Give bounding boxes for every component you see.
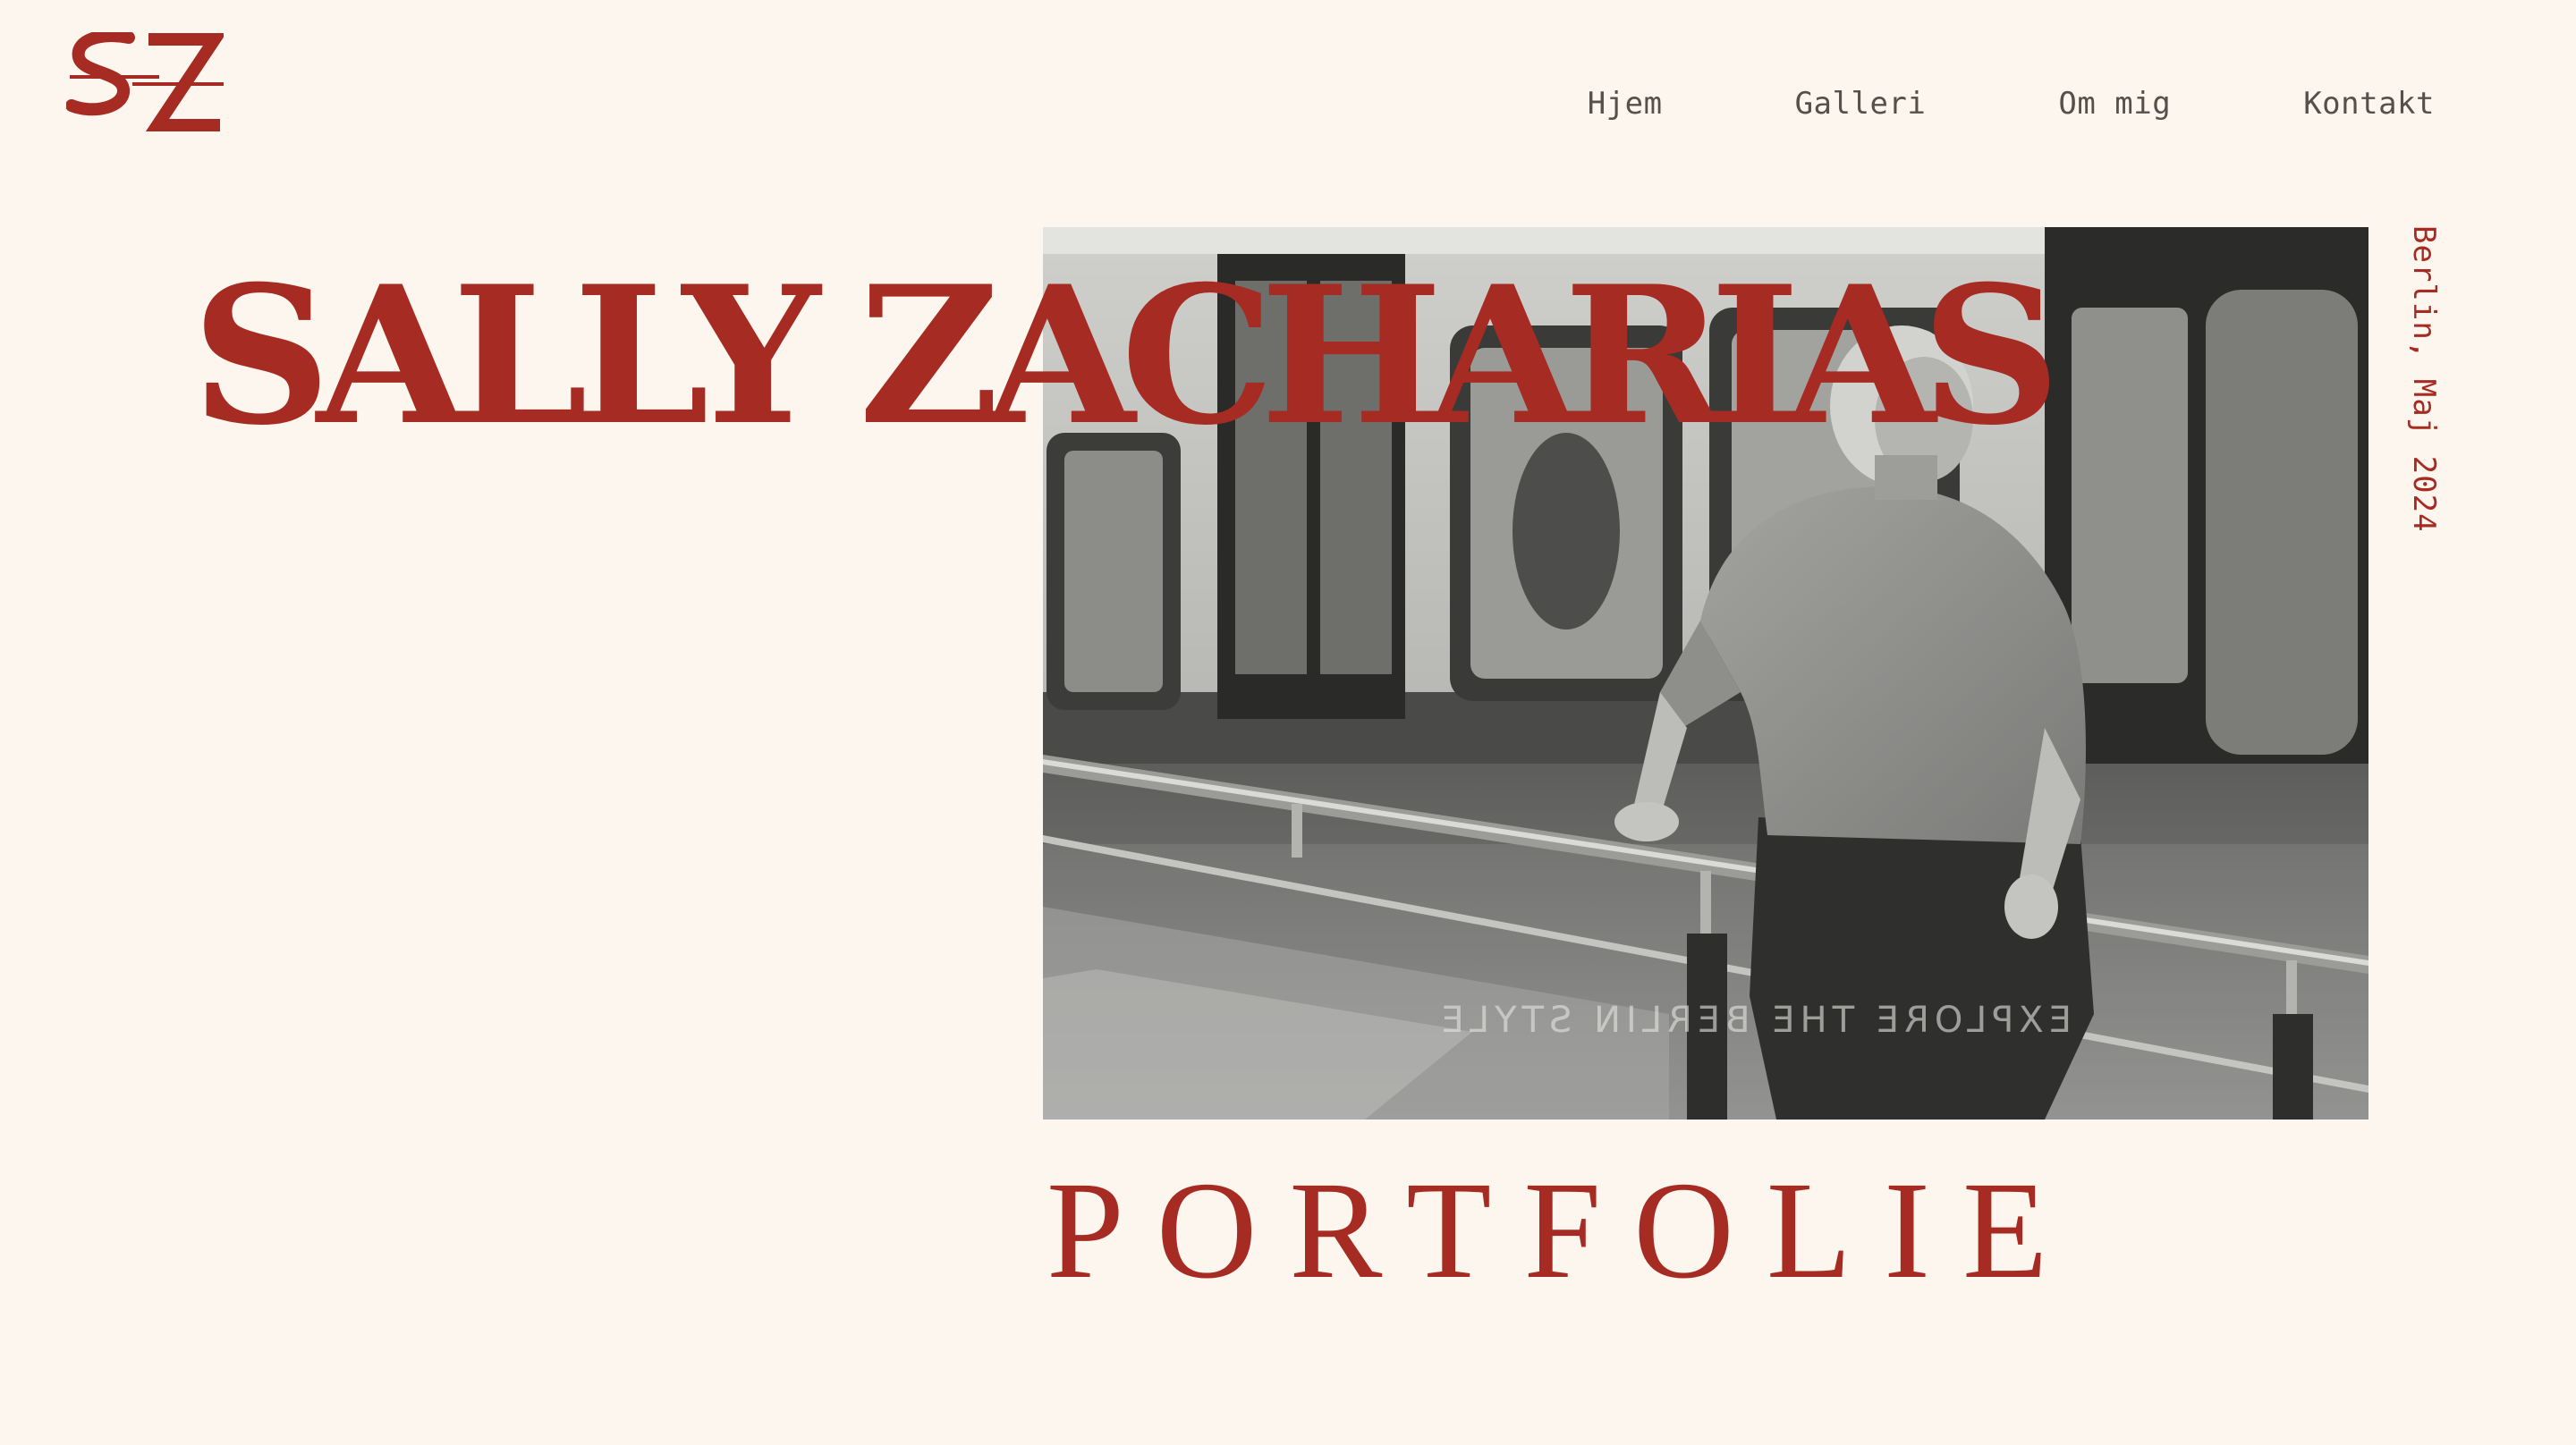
main-nav: Hjem Galleri Om mig Kontakt [1588, 86, 2435, 122]
nav-link-about[interactable]: Om mig [2058, 86, 2171, 122]
nav-link-home[interactable]: Hjem [1588, 86, 1663, 122]
portfolio-subtitle: PORTFOLIE [1046, 1153, 2080, 1307]
hero-name-heading: SALLY ZACHARIAS [191, 244, 2061, 467]
svg-text:EXPLORE THE BERLIN STYLE: EXPLORE THE BERLIN STYLE [1436, 1000, 2072, 1041]
nav-link-gallery[interactable]: Galleri [1795, 86, 1927, 122]
location-date-caption: Berlin, Maj 2024 [2406, 225, 2442, 533]
logo[interactable] [66, 32, 224, 132]
sz-monogram-logo [66, 32, 224, 131]
nav-link-contact[interactable]: Kontakt [2303, 86, 2435, 122]
